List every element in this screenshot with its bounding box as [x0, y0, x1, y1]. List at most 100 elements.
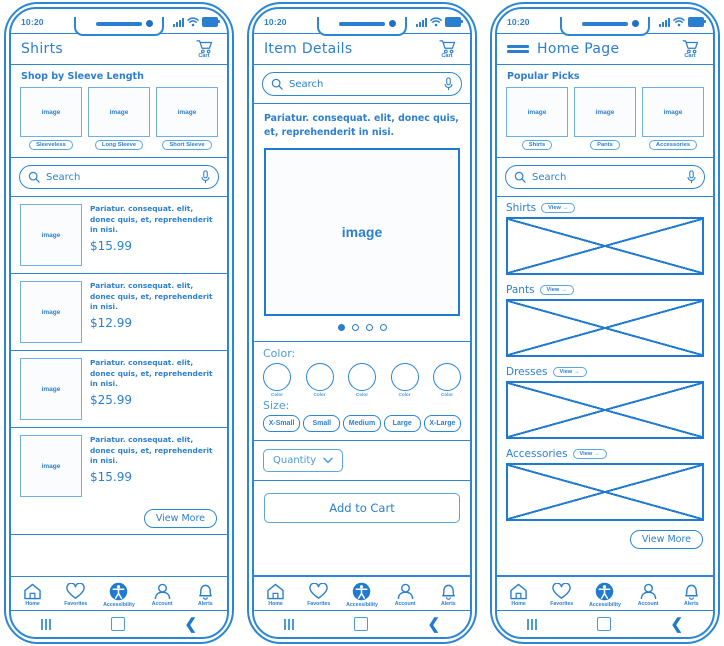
carousel-dot[interactable]	[351, 324, 359, 332]
nav-label: Home	[25, 600, 40, 607]
arrow-right-icon: →	[562, 205, 569, 211]
category-label[interactable]: Long Sleeve	[94, 140, 144, 150]
color-swatch	[263, 363, 291, 392]
category-banner-placeholder[interactable]	[506, 217, 704, 275]
speaker-grille	[339, 22, 385, 26]
carousel-dot-active[interactable]	[337, 324, 345, 332]
size-option-large[interactable]: Large	[383, 415, 421, 433]
view-button[interactable]: View →	[572, 449, 607, 459]
microphone-icon[interactable]	[201, 170, 210, 184]
sleeve-category-short-sleeve[interactable]: image Short Sleeve	[156, 87, 218, 150]
view-more-button[interactable]: View More	[143, 509, 217, 528]
size-option-small[interactable]: Small	[303, 415, 341, 433]
person-icon	[154, 583, 170, 599]
back-key[interactable]: ❮	[427, 617, 440, 632]
section-title: Shop by Sleeve Length	[21, 71, 144, 82]
add-to-cart-button[interactable]: Add to Cart	[264, 493, 460, 524]
page-title: Home Page	[537, 41, 620, 57]
product-description: Pariatur. consequat. elit, donec quis, e…	[90, 281, 213, 312]
nav-item-account[interactable]: Account	[628, 583, 668, 607]
view-button[interactable]: View →	[539, 285, 574, 295]
search-input[interactable]: Search	[262, 72, 462, 96]
category-title: Pants	[506, 284, 535, 296]
popular-pick-pants[interactable]: image Pants	[574, 87, 636, 150]
view-more-button[interactable]: View More	[629, 530, 703, 549]
nav-item-home[interactable]: Home	[256, 583, 296, 607]
nav-item-accessibility[interactable]: Accessibility	[99, 582, 139, 608]
recent-apps-key[interactable]	[40, 618, 51, 630]
hamburger-menu-icon[interactable]	[507, 45, 529, 53]
carousel-dot[interactable]	[365, 324, 373, 332]
nav-item-accessibility[interactable]: Accessibility	[342, 582, 382, 608]
nav-item-favorites[interactable]: Favorites	[56, 582, 96, 607]
color-swatch-label: Color	[441, 392, 453, 398]
sleeve-category-sleeveless[interactable]: image Sleeveless	[20, 87, 82, 150]
nav-item-account[interactable]: Account	[142, 583, 182, 607]
cart-button[interactable]: Cart	[191, 39, 217, 59]
home-key[interactable]	[110, 617, 125, 631]
product-list-item[interactable]: image Pariatur. consequat. elit, donec q…	[11, 428, 227, 504]
quantity-label: Quantity	[273, 455, 317, 467]
search-input[interactable]: Search	[19, 165, 219, 189]
category-label[interactable]: Shirts	[521, 140, 553, 150]
nav-label: Alerts	[440, 600, 456, 607]
carousel-dot[interactable]	[379, 324, 387, 332]
category-banner-placeholder[interactable]	[506, 299, 704, 357]
category-image: image	[88, 87, 150, 137]
quantity-select[interactable]: Quantity	[263, 449, 344, 473]
product-list-item[interactable]: image Pariatur. consequat. elit, donec q…	[11, 274, 227, 351]
home-icon	[24, 583, 41, 599]
cart-button[interactable]: Cart	[677, 39, 703, 59]
recent-apps-key[interactable]	[283, 618, 294, 630]
color-option[interactable]: Color	[305, 363, 334, 397]
color-option[interactable]: Color	[348, 363, 376, 397]
color-option[interactable]: Color	[433, 363, 461, 397]
size-option-x-small[interactable]: X-Small	[263, 415, 301, 433]
category-banner-placeholder[interactable]	[506, 463, 704, 521]
sleeve-category-long-sleeve[interactable]: image Long Sleeve	[88, 87, 150, 150]
home-key[interactable]	[596, 617, 611, 631]
view-button[interactable]: View →	[552, 367, 587, 377]
nav-item-home[interactable]: Home	[499, 583, 539, 607]
size-option-x-large[interactable]: X-Large	[423, 415, 462, 433]
popular-pick-accessories[interactable]: image Accessories	[642, 87, 704, 150]
product-list-item[interactable]: image Pariatur. consequat. elit, donec q…	[11, 197, 227, 274]
view-button[interactable]: View →	[541, 203, 576, 213]
nav-item-accessibility[interactable]: Accessibility	[585, 582, 625, 608]
nav-item-favorites[interactable]: Favorites	[542, 582, 582, 607]
category-label[interactable]: Sleeveless	[29, 140, 73, 150]
product-list-item[interactable]: image Pariatur. consequat. elit, donec q…	[11, 351, 227, 428]
cart-button[interactable]: Cart	[434, 39, 460, 59]
search-input[interactable]: Search	[505, 165, 705, 189]
nav-item-alerts[interactable]: Alerts	[185, 583, 225, 607]
nav-item-alerts[interactable]: Alerts	[671, 583, 711, 607]
accessibility-icon	[596, 582, 614, 600]
home-key[interactable]	[353, 617, 368, 631]
color-swatch-label: Color	[356, 392, 368, 398]
color-option[interactable]: Color	[263, 363, 291, 397]
product-image: image	[20, 435, 82, 497]
microphone-icon[interactable]	[687, 170, 696, 184]
status-indicators	[659, 17, 706, 27]
nav-label: Favorites	[550, 600, 574, 607]
back-key[interactable]: ❮	[184, 617, 197, 632]
signal-bars-icon	[173, 17, 184, 27]
color-swatch	[305, 363, 334, 392]
category-label[interactable]: Pants	[590, 140, 620, 150]
recent-apps-key[interactable]	[526, 618, 537, 630]
nav-item-alerts[interactable]: Alerts	[428, 583, 468, 607]
size-option-medium[interactable]: Medium	[343, 415, 381, 433]
nav-item-home[interactable]: Home	[13, 583, 53, 607]
color-option[interactable]: Color	[390, 363, 419, 397]
back-key[interactable]: ❮	[670, 617, 683, 632]
nav-item-account[interactable]: Account	[385, 583, 425, 607]
category-banner-placeholder[interactable]	[506, 381, 704, 439]
category-label[interactable]: Accessories	[648, 140, 698, 150]
category-label[interactable]: Short Sleeve	[162, 140, 212, 150]
microphone-icon[interactable]	[444, 77, 453, 91]
status-indicators	[173, 17, 220, 27]
nav-item-favorites[interactable]: Favorites	[299, 582, 339, 607]
search-section: Search	[497, 158, 713, 197]
popular-pick-shirts[interactable]: image Shirts	[506, 87, 568, 150]
item-description-section: Pariatur. consequat. elit, donec quis, e…	[254, 104, 470, 343]
